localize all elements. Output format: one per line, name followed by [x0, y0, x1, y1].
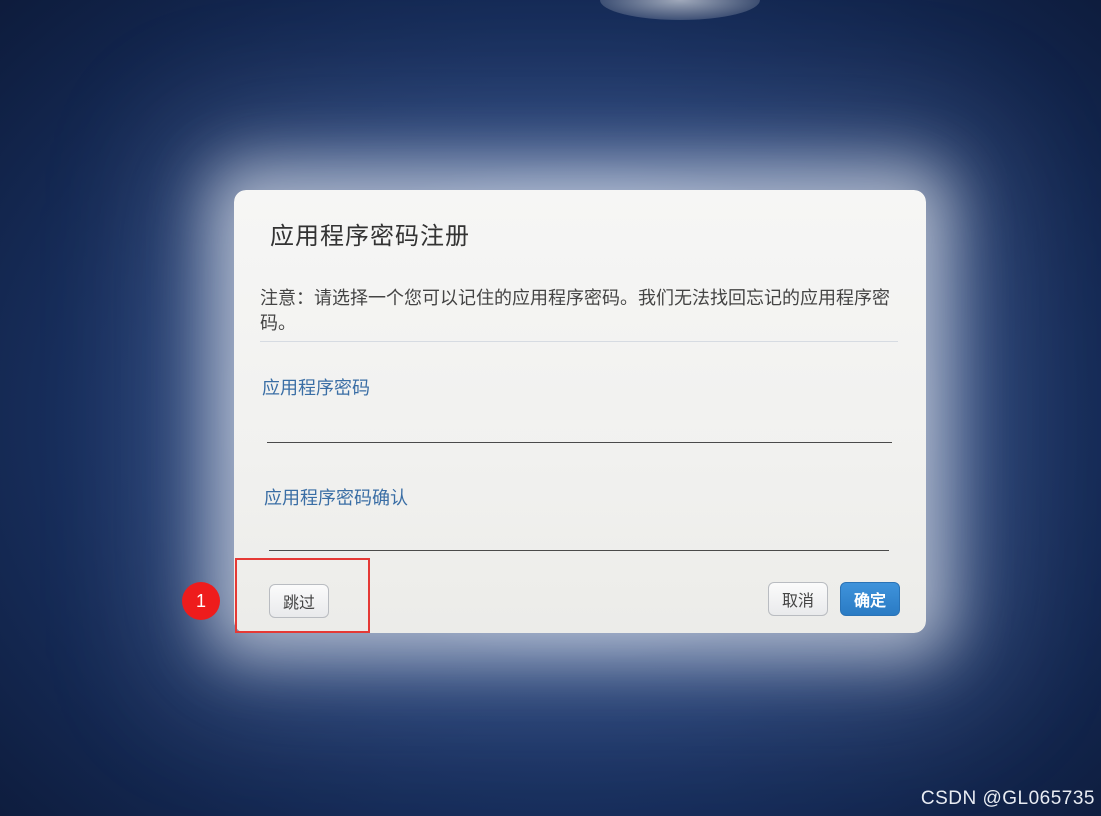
step-number-badge: 1	[182, 582, 220, 620]
divider	[260, 341, 898, 342]
password-input[interactable]	[267, 416, 892, 443]
watermark: CSDN @GL065735	[920, 788, 1095, 809]
notice-text: 注意：请选择一个您可以记住的应用程序密码。我们无法找回忘记的应用程序密码。	[260, 288, 890, 334]
cancel-button[interactable]: 取消	[768, 582, 828, 616]
light-glare	[600, 0, 760, 20]
dialog-title: 应用程序密码注册	[270, 222, 470, 250]
skip-highlight-box	[235, 558, 370, 633]
password-label: 应用程序密码	[262, 378, 370, 399]
ok-button[interactable]: 确定	[840, 582, 900, 616]
background-screen: 应用程序密码注册 注意：请选择一个您可以记住的应用程序密码。我们无法找回忘记的应…	[0, 0, 1101, 816]
password-confirm-input[interactable]	[269, 524, 889, 551]
password-confirm-label: 应用程序密码确认	[264, 488, 408, 509]
